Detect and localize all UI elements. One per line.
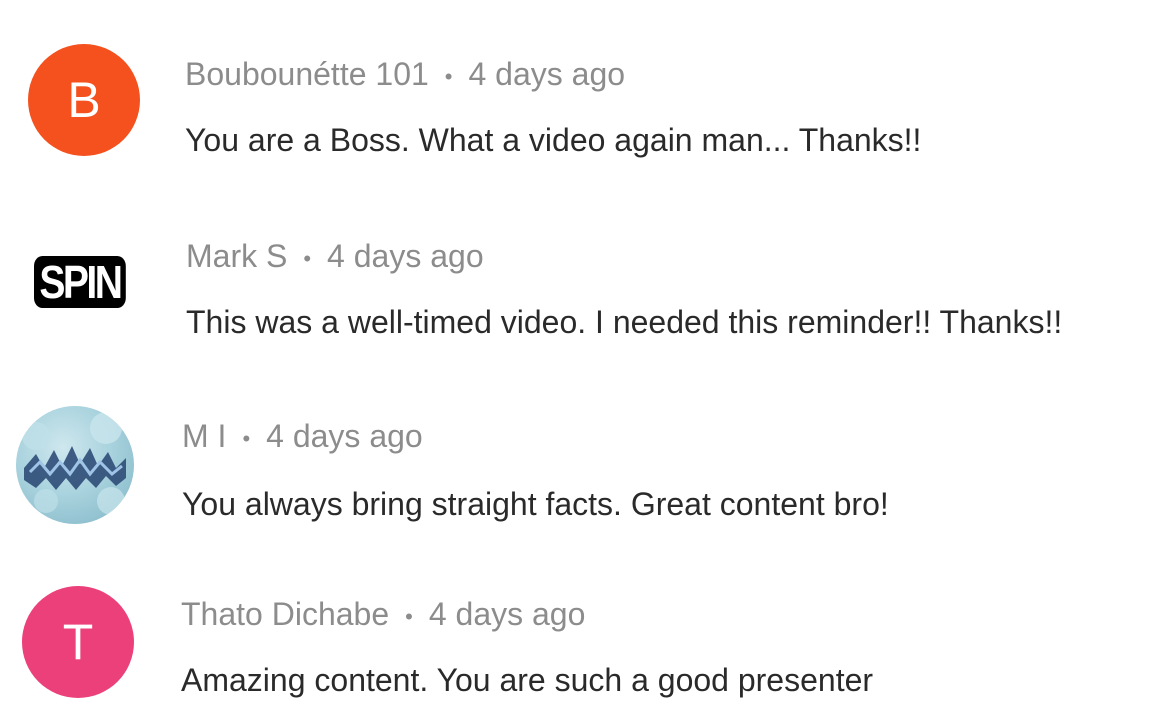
comment-time[interactable]: 4 days ago — [468, 56, 625, 92]
avatar[interactable]: T — [22, 586, 134, 698]
comment-time[interactable]: 4 days ago — [266, 418, 423, 454]
comment-author[interactable]: Thato Dichabe — [181, 596, 389, 632]
comment-list: B Boubounétte 101 • 4 days ago You are a B… — [0, 0, 1175, 719]
avatar-image — [22, 412, 126, 515]
avatar[interactable]: SPIN — [34, 256, 126, 308]
separator-dot: • — [444, 63, 453, 89]
avatar-letter: B — [67, 72, 101, 128]
comment-item: SPIN Mark S • 4 days ago This was a well-t… — [0, 222, 1175, 372]
comment-author[interactable]: Boubounétte 101 — [185, 56, 429, 92]
comment-time[interactable]: 4 days ago — [429, 596, 586, 632]
comment-meta: Mark S • 4 days ago — [186, 238, 484, 275]
avatar-letter: T — [62, 614, 94, 670]
comment-text: You always bring straight facts. Great c… — [182, 486, 889, 522]
comment-meta: Boubounétte 101 • 4 days ago — [185, 56, 625, 93]
separator-dot: • — [405, 603, 413, 629]
comment-time[interactable]: 4 days ago — [327, 238, 484, 274]
separator-dot: • — [303, 245, 312, 271]
comment-item: B Boubounétte 101 • 4 days ago You are a B… — [0, 40, 1175, 190]
avatar[interactable] — [16, 406, 134, 524]
comment-author[interactable]: Mark S — [186, 238, 287, 274]
comment-meta: Thato Dichabe • 4 days ago — [181, 596, 585, 633]
comment-item: M I • 4 days ago You always bring straight… — [0, 402, 1175, 552]
avatar-logo-text: SPIN — [39, 256, 123, 308]
comment-meta: M I • 4 days ago — [182, 418, 423, 455]
comment-text: You are a Boss. What a video again man..… — [185, 122, 922, 158]
comment-text: Amazing content. You are such a good pre… — [181, 662, 874, 698]
avatar[interactable]: B — [28, 44, 140, 156]
separator-dot: • — [242, 425, 251, 451]
comment-text: This was a well-timed video. I needed th… — [186, 304, 1063, 340]
comment-author[interactable]: M I — [182, 418, 226, 454]
comment-item: T Thato Dichabe • 4 days ago Amazing conte… — [0, 582, 1175, 719]
